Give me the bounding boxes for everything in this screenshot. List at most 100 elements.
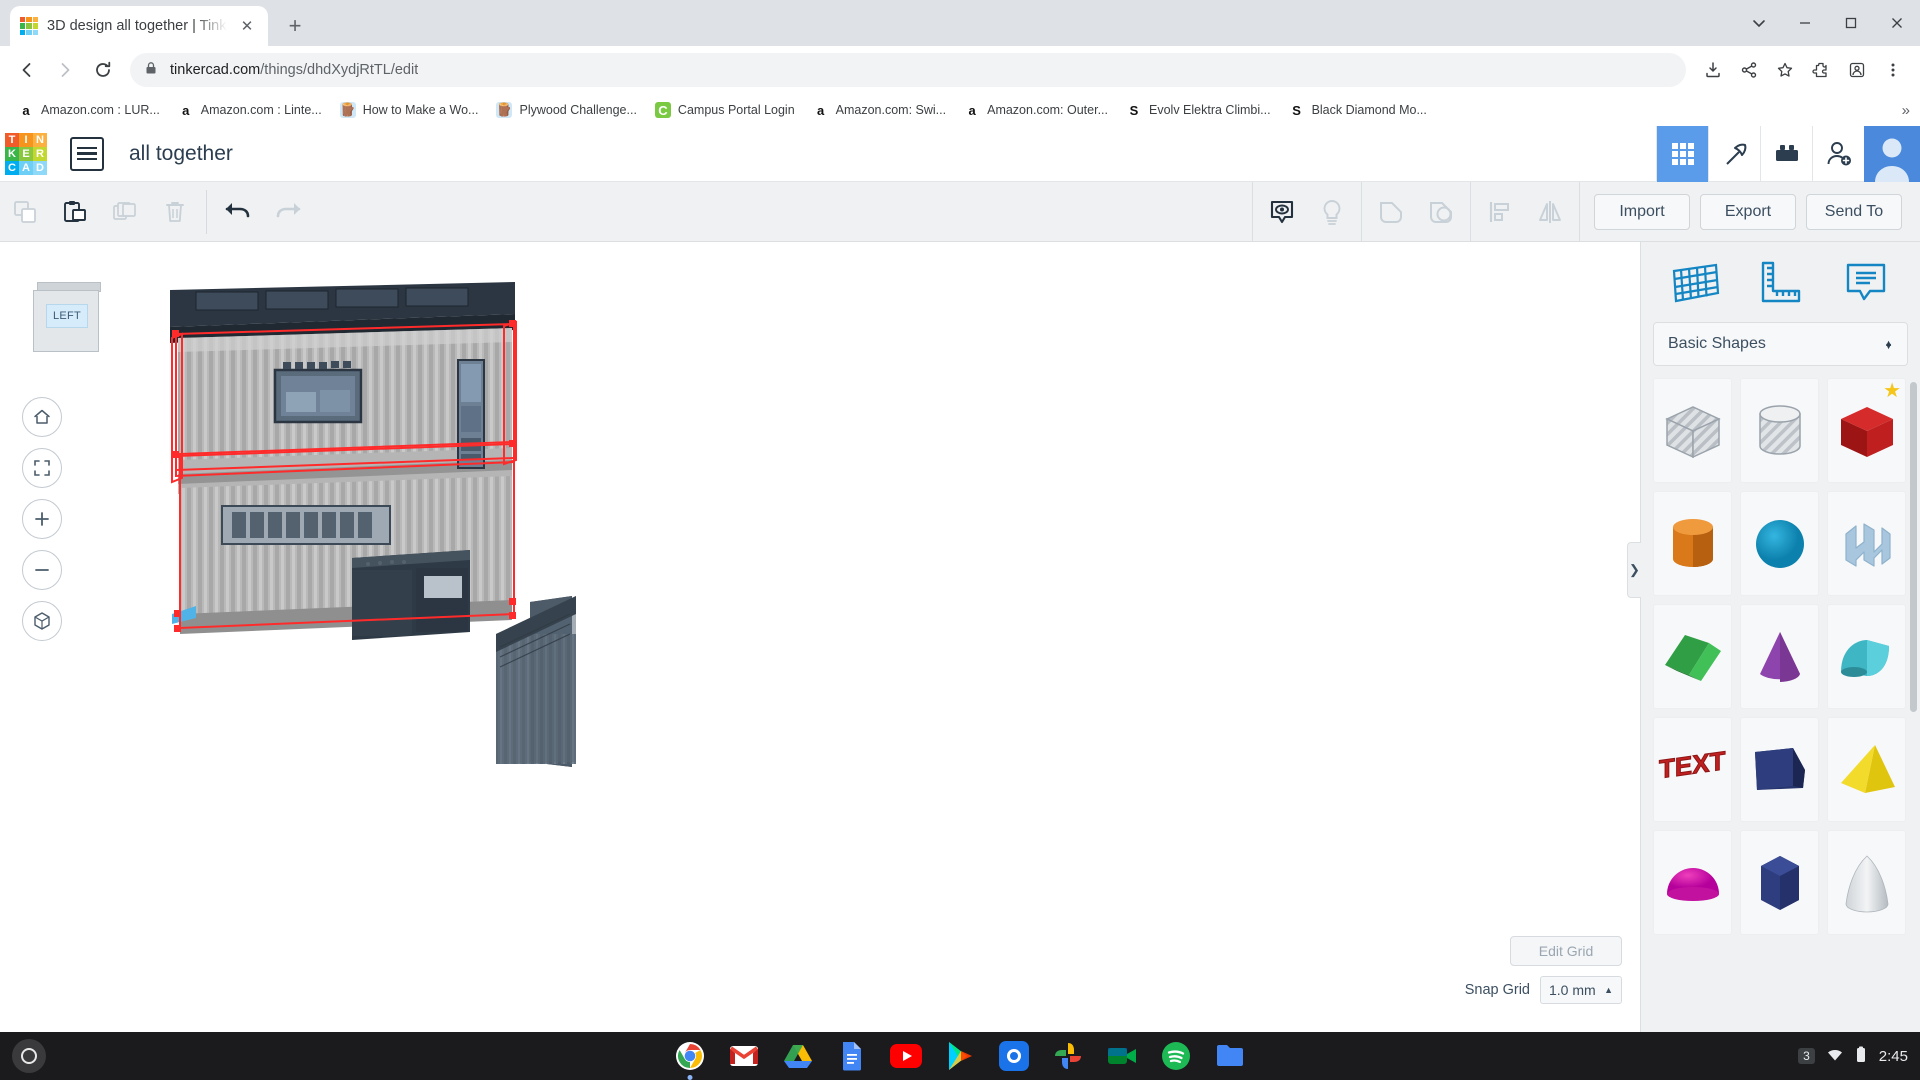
page-title[interactable]: all together [129,142,233,166]
cone-shape[interactable] [1740,604,1819,709]
install-icon[interactable] [1696,53,1730,87]
shape-category-wrap: Basic Shapes ▲▼ [1641,322,1920,378]
clock[interactable]: 2:45 [1879,1048,1908,1065]
text-shape[interactable]: TEXT [1653,717,1732,822]
paste-button[interactable] [50,182,100,242]
play-store-app-icon[interactable] [941,1037,979,1075]
wifi-icon[interactable] [1827,1048,1843,1065]
more-menu-icon[interactable] [1876,53,1910,87]
paraboloid-shape[interactable] [1827,830,1906,935]
duplicate-button[interactable] [100,182,150,242]
bookmark-item[interactable]: CCampus Portal Login [647,97,803,123]
maximize-icon[interactable] [1828,0,1874,46]
minecraft-pickaxe-icon[interactable] [1708,126,1760,182]
bookmark-item[interactable]: aAmazon.com: Swi... [805,97,954,123]
bookmarks-overflow-icon[interactable]: » [1902,102,1910,119]
invite-person-icon[interactable] [1812,126,1864,182]
redo-button[interactable] [263,182,313,242]
panel-collapse-button[interactable]: ❯ [1627,542,1641,598]
chrome-app-icon[interactable] [671,1037,709,1075]
wood-icon: 🪵 [496,102,512,118]
clipboard-tools [0,182,200,242]
upper-window [275,361,361,422]
spotify-app-icon[interactable] [1157,1037,1195,1075]
bookmark-item[interactable]: SEvolv Elektra Climbi... [1118,97,1279,123]
address-bar[interactable]: tinkercad.com/things/dhdXydjRtTL/edit [130,53,1686,87]
extensions-icon[interactable] [1804,53,1838,87]
shape-category-select[interactable]: Basic Shapes ▲▼ [1653,322,1908,366]
ungroup-button[interactable] [1416,182,1466,242]
bookmark-item[interactable]: SBlack Diamond Mo... [1281,97,1435,123]
round-roof-shape[interactable] [1827,604,1906,709]
bookmark-item[interactable]: aAmazon.com: Outer... [956,97,1116,123]
model-shipping-container-house[interactable] [0,242,1100,802]
files-app-icon[interactable] [1211,1037,1249,1075]
user-avatar[interactable] [1864,126,1920,182]
polygon-shape[interactable] [1740,830,1819,935]
bookmark-item[interactable]: 🪵Plywood Challenge... [488,97,644,123]
bookmark-star-icon[interactable] [1768,53,1802,87]
battery-icon[interactable] [1855,1046,1867,1067]
shapes-scroll-area[interactable]: ★ TEXT [1641,378,1920,1032]
workplane-icon[interactable] [1668,254,1724,310]
import-button[interactable]: Import [1594,194,1690,230]
notification-badge[interactable]: 3 [1798,1048,1815,1064]
mirror-button[interactable] [1525,182,1575,242]
show-hide-button[interactable] [1257,182,1307,242]
send-to-button[interactable]: Send To [1806,194,1902,230]
edit-grid-button[interactable]: Edit Grid [1510,936,1622,966]
cylinder-hole-shape[interactable] [1740,378,1819,483]
google-drive-app-icon[interactable] [779,1037,817,1075]
sphere-shape[interactable] [1740,491,1819,596]
reload-icon[interactable] [86,53,120,87]
panel-scrollbar[interactable] [1910,382,1917,712]
export-button[interactable]: Export [1700,194,1796,230]
box-hole-shape[interactable] [1653,378,1732,483]
undo-button[interactable] [213,182,263,242]
3d-canvas[interactable]: LEFT [0,242,1640,1032]
delete-button[interactable] [150,182,200,242]
tinkercad-logo[interactable]: TINKERCAD [0,126,52,182]
bookmark-item[interactable]: aAmazon.com : Linte... [170,97,330,123]
snap-grid-select[interactable]: 1.0 mm ▲ [1540,976,1622,1004]
forward-icon[interactable] [48,53,82,87]
logo-letter-e: E [19,147,33,161]
group-button[interactable] [1366,182,1416,242]
note-icon[interactable] [1838,254,1894,310]
profile-icon[interactable] [1840,53,1874,87]
highlight-button[interactable] [1307,182,1357,242]
scribble-shape[interactable] [1827,491,1906,596]
meet-app-icon[interactable] [1103,1037,1141,1075]
bookmark-item[interactable]: aAmazon.com : LUR... [10,97,168,123]
wedge-shape[interactable] [1740,717,1819,822]
gmail-app-icon[interactable] [725,1037,763,1075]
back-icon[interactable] [10,53,44,87]
project-menu-button[interactable] [70,137,104,171]
minimize-icon[interactable] [1782,0,1828,46]
align-button[interactable] [1475,182,1525,242]
roof-shape[interactable] [1653,604,1732,709]
google-photos-app-icon[interactable] [1049,1037,1087,1075]
start-button[interactable] [12,1039,46,1073]
lego-brick-icon[interactable] [1760,126,1812,182]
half-sphere-shape[interactable] [1653,830,1732,935]
blocks-grid-icon[interactable] [1656,126,1708,182]
browser-tab[interactable]: 3D design all together | Tinkercad ✕ [10,6,268,46]
share-icon[interactable] [1732,53,1766,87]
favorite-star-icon[interactable]: ★ [1883,381,1901,401]
close-window-icon[interactable] [1874,0,1920,46]
google-docs-app-icon[interactable] [833,1037,871,1075]
new-tab-button[interactable]: + [278,9,312,43]
ruler-icon[interactable] [1753,254,1809,310]
panel-tools [1641,242,1920,322]
youtube-app-icon[interactable] [887,1037,925,1075]
copy-button[interactable] [0,182,50,242]
cylinder-shape[interactable] [1653,491,1732,596]
bookmark-item[interactable]: 🪵How to Make a Wo... [332,97,487,123]
camera-app-icon[interactable] [995,1037,1033,1075]
box-shape[interactable]: ★ [1827,378,1906,483]
logo-letter-n: N [33,133,47,147]
pyramid-shape[interactable] [1827,717,1906,822]
close-icon[interactable]: ✕ [236,15,258,37]
tab-search-icon[interactable] [1736,0,1782,46]
